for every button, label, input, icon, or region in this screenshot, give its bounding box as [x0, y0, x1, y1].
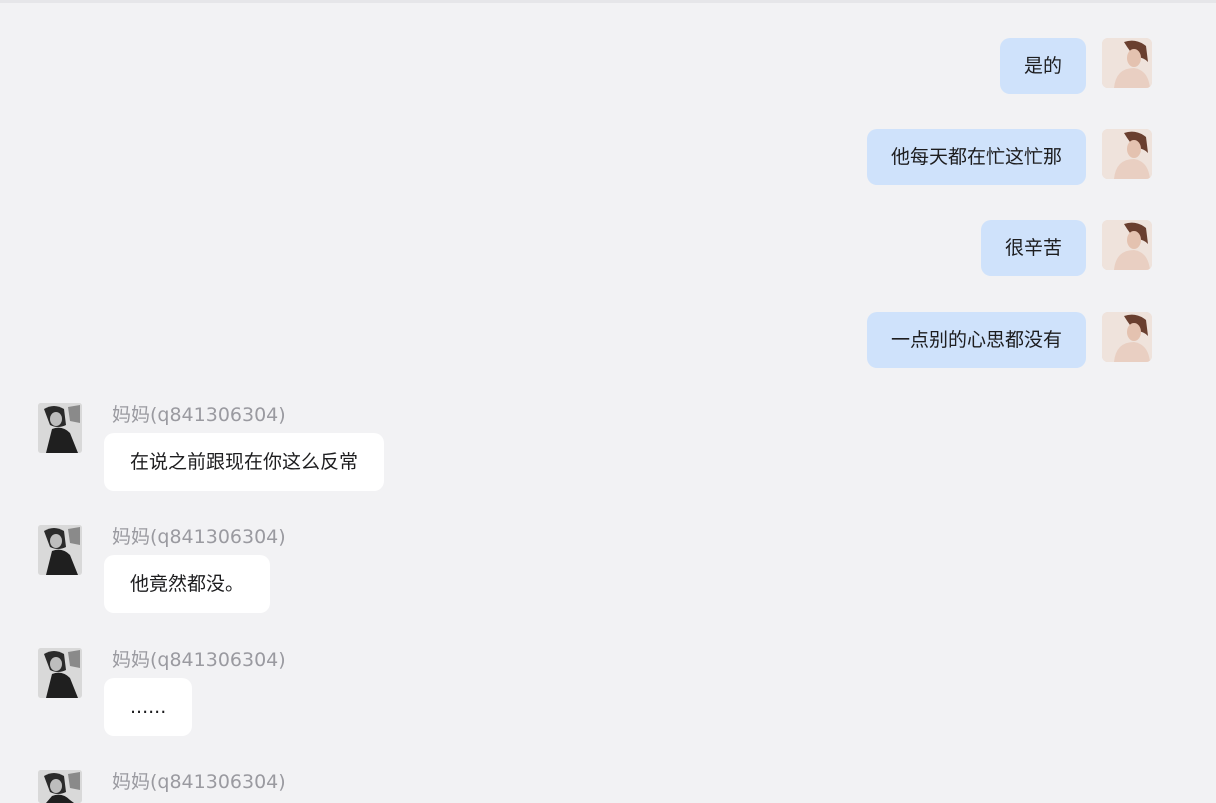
received-message-content: 妈妈(q841306304) 他竟然都没。	[104, 525, 286, 613]
sent-message-row: 他每天都在忙这忙那	[866, 129, 1152, 187]
received-message-row: 妈妈(q841306304) 在说之前跟现在你这么反常	[38, 403, 385, 491]
contact-avatar-image[interactable]	[38, 770, 82, 803]
received-message-row: 妈妈(q841306304)	[38, 770, 286, 803]
received-message-bubble[interactable]: ......	[104, 678, 193, 736]
received-message-bubble[interactable]: 他竟然都没。	[104, 555, 271, 613]
sent-message-bubble[interactable]: 是的	[999, 38, 1086, 94]
chat-message-area[interactable]: 是的 他每天都在忙这忙那 很辛苦 一点别的心思都没有 妈妈(q841306304…	[0, 0, 1216, 803]
sender-name: 妈妈(q841306304)	[112, 404, 286, 426]
sender-name: 妈妈(q841306304)	[112, 649, 286, 671]
sent-message-row: 一点别的心思都没有	[866, 312, 1152, 370]
received-message-bubble[interactable]: 在说之前跟现在你这么反常	[104, 433, 385, 491]
sent-message-row: 是的	[999, 38, 1152, 96]
self-avatar-image[interactable]	[1102, 129, 1152, 179]
self-avatar-image[interactable]	[1102, 38, 1152, 88]
self-avatar-image[interactable]	[1102, 220, 1152, 270]
contact-avatar-image[interactable]	[38, 403, 82, 453]
contact-avatar-image[interactable]	[38, 525, 82, 575]
sent-message-row: 很辛苦	[980, 220, 1152, 278]
self-avatar-image[interactable]	[1102, 312, 1152, 362]
received-message-content: 妈妈(q841306304) 在说之前跟现在你这么反常	[104, 403, 385, 491]
contact-avatar-image[interactable]	[38, 648, 82, 698]
sender-name: 妈妈(q841306304)	[112, 771, 286, 793]
received-message-content: 妈妈(q841306304) ......	[104, 648, 286, 736]
sent-message-bubble[interactable]: 一点别的心思都没有	[866, 312, 1086, 368]
received-message-row: 妈妈(q841306304) ......	[38, 648, 286, 736]
sent-message-bubble[interactable]: 很辛苦	[980, 220, 1086, 276]
sender-name: 妈妈(q841306304)	[112, 526, 286, 548]
received-message-content: 妈妈(q841306304)	[104, 770, 286, 800]
sent-message-bubble[interactable]: 他每天都在忙这忙那	[866, 129, 1086, 185]
received-message-row: 妈妈(q841306304) 他竟然都没。	[38, 525, 286, 613]
